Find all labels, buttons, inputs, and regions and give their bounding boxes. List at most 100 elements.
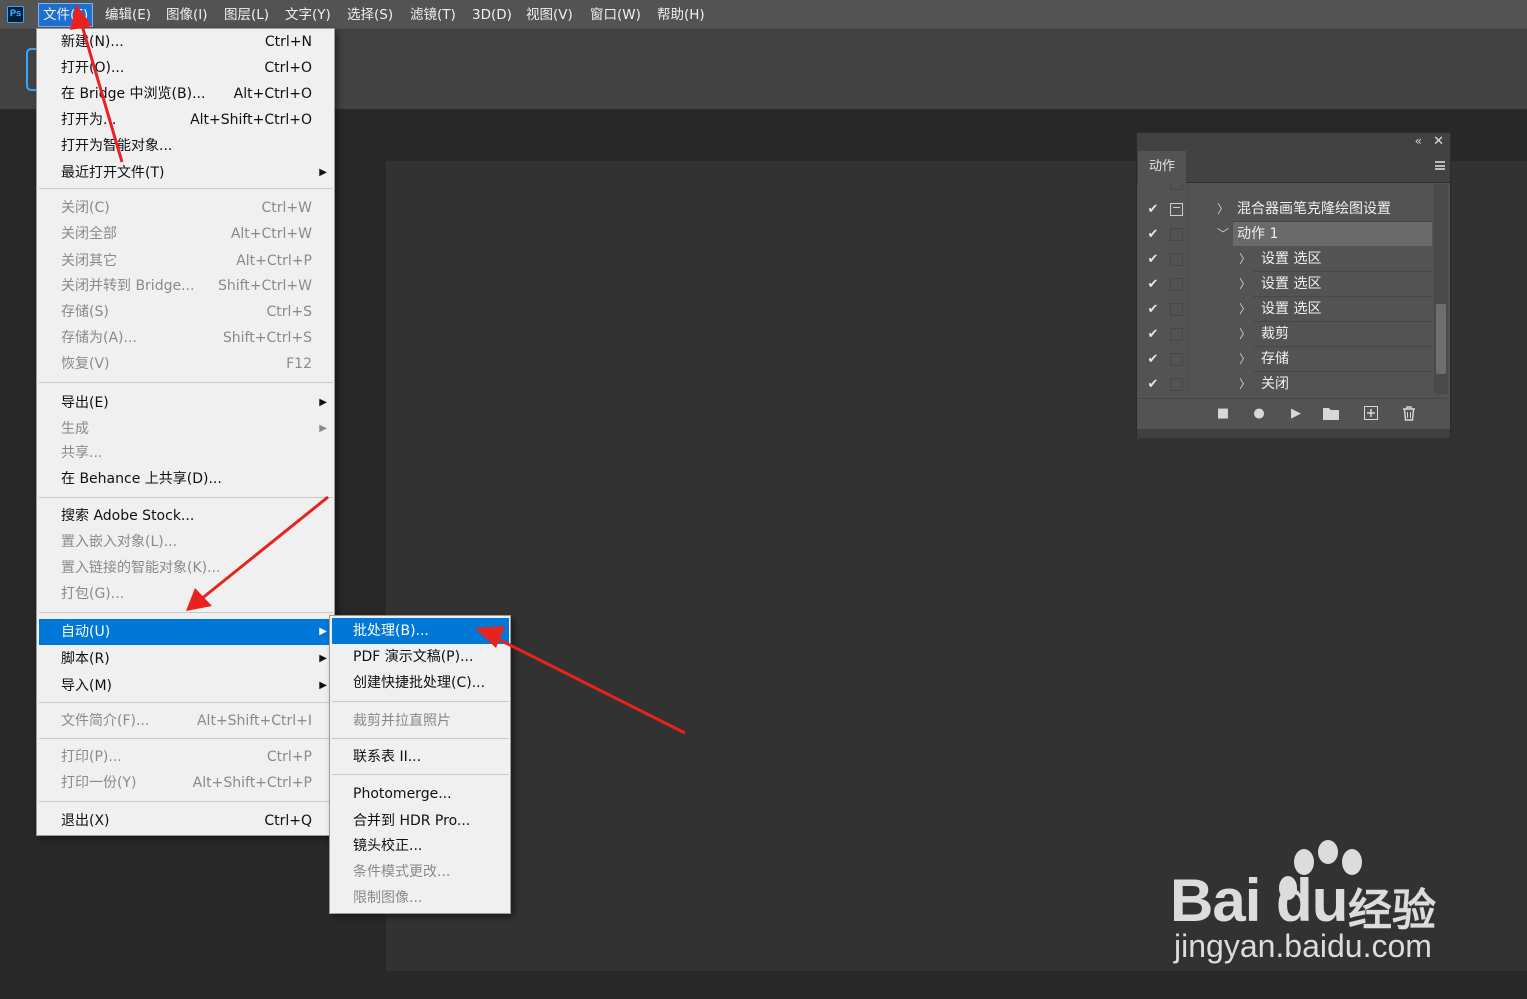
trash-icon[interactable] — [1401, 406, 1417, 422]
dialog-toggle-icon[interactable] — [1170, 253, 1183, 266]
chevron-right-icon[interactable]: 〉 — [1239, 272, 1251, 297]
action-row-partial — [1137, 184, 1432, 196]
menu-item-open[interactable]: 打开(O)... Ctrl+O — [39, 55, 333, 81]
menu-item-share[interactable]: 共享... — [39, 440, 333, 466]
menu-filter[interactable]: 滤镜(T) — [406, 4, 460, 26]
submenu-item-crop-straighten[interactable]: 裁剪并拉直照片 — [332, 708, 509, 734]
dialog-toggle-icon[interactable] — [1170, 303, 1183, 316]
action-step-row[interactable]: ✔ 〉 设置 选区 — [1137, 247, 1432, 272]
action-set-label: 混合器画笔克隆绘图设置 — [1237, 201, 1391, 217]
menu-item-print-one-copy[interactable]: 打印一份(Y) Alt+Shift+Ctrl+P — [39, 770, 333, 796]
submenu-item-lens-correction[interactable]: 镜头校正... — [332, 833, 509, 859]
menu-view[interactable]: 视图(V) — [522, 4, 577, 26]
submenu-item-conditional-mode[interactable]: 条件模式更改... — [332, 859, 509, 885]
tab-actions[interactable]: 动作 — [1138, 151, 1186, 183]
menu-item-file-info[interactable]: 文件简介(F)... Alt+Shift+Ctrl+I — [39, 708, 333, 734]
panel-scrollbar[interactable] — [1434, 184, 1448, 394]
menu-item-place-embedded[interactable]: 置入嵌入对象(L)... — [39, 529, 333, 555]
menu-item-new[interactable]: 新建(N)... Ctrl+N — [39, 29, 333, 55]
close-icon[interactable]: ✕ — [1433, 133, 1444, 150]
menu-item-open-smart-object[interactable]: 打开为智能对象... — [39, 133, 333, 159]
new-action-icon[interactable] — [1363, 406, 1379, 422]
file-menu-dropdown: 新建(N)... Ctrl+N 打开(O)... Ctrl+O 在 Bridge 中… — [36, 28, 335, 836]
menu-item-close-go-bridge[interactable]: 关闭并转到 Bridge... Shift+Ctrl+W — [39, 273, 333, 299]
menu-item-print[interactable]: 打印(P)... Ctrl+P — [39, 744, 333, 770]
panel-title-bar: « ✕ — [1137, 133, 1450, 151]
menu-file[interactable]: 文件(F) — [37, 3, 94, 27]
menu-item-browse-bridge[interactable]: 在 Bridge 中浏览(B)... Alt+Ctrl+O — [39, 81, 333, 107]
dialog-toggle-icon[interactable] — [1170, 203, 1183, 216]
dialog-toggle-icon[interactable] — [1170, 378, 1183, 391]
action-row[interactable]: ✔ 〉 混合器画笔克隆绘图设置 — [1137, 197, 1432, 222]
submenu-item-batch[interactable]: 批处理(B)... — [332, 618, 509, 644]
menu-item-close-all[interactable]: 关闭全部 Alt+Ctrl+W — [39, 221, 333, 247]
menu-item-revert[interactable]: 恢复(V) F12 — [39, 351, 333, 377]
collapse-panel-icon[interactable]: « — [1415, 133, 1422, 150]
menu-item-save-as[interactable]: 存储为(A)... Shift+Ctrl+S — [39, 325, 333, 351]
check-icon[interactable]: ✔ — [1145, 347, 1161, 372]
chevron-down-icon[interactable]: ﹀ — [1217, 222, 1229, 247]
actions-panel: « ✕ 动作 ✔ 〉 混合器画笔克隆绘图设置 ✔ ﹀ 动作 1 ✔ 〉 设置 选… — [1136, 132, 1451, 438]
menu-select[interactable]: 选择(S) — [343, 4, 397, 26]
menu-type[interactable]: 文字(Y) — [281, 4, 335, 26]
menu-help[interactable]: 帮助(H) — [653, 4, 709, 26]
record-icon[interactable]: ● — [1251, 406, 1267, 422]
play-icon[interactable]: ▶ — [1288, 406, 1304, 422]
submenu-item-pdf-presentation[interactable]: PDF 演示文稿(P)... — [332, 644, 509, 670]
menu-item-save[interactable]: 存储(S) Ctrl+S — [39, 299, 333, 325]
menu-layer[interactable]: 图层(L) — [220, 4, 273, 26]
menu-item-close[interactable]: 关闭(C) Ctrl+W — [39, 195, 333, 221]
menu-image[interactable]: 图像(I) — [162, 4, 212, 26]
menu-item-search-adobe-stock[interactable]: 搜索 Adobe Stock... — [39, 503, 333, 529]
chevron-right-icon[interactable]: 〉 — [1239, 297, 1251, 322]
chevron-right-icon[interactable]: 〉 — [1239, 372, 1251, 394]
menu-item-generate[interactable]: 生成 ▶ — [39, 416, 333, 442]
menu-item-import[interactable]: 导入(M) ▶ — [39, 673, 333, 699]
menu-item-close-others[interactable]: 关闭其它 Alt+Ctrl+P — [39, 248, 333, 274]
menu-item-automate[interactable]: 自动(U) ▶ — [39, 619, 333, 645]
submenu-item-create-droplet[interactable]: 创建快捷批处理(C)... — [332, 670, 509, 696]
action-row[interactable]: ✔ ﹀ 动作 1 — [1137, 222, 1432, 247]
menu-item-recent-files[interactable]: 最近打开文件(T) ▶ — [39, 160, 333, 186]
check-icon[interactable]: ✔ — [1145, 222, 1161, 247]
menu-3d[interactable]: 3D(D) — [468, 4, 516, 26]
submenu-item-contact-sheet[interactable]: 联系表 II... — [332, 744, 509, 770]
menu-item-place-linked[interactable]: 置入链接的智能对象(K)... — [39, 555, 333, 581]
menu-item-scripts[interactable]: 脚本(R) ▶ — [39, 646, 333, 672]
submenu-item-photomerge[interactable]: Photomerge... — [332, 781, 509, 807]
menu-item-open-as[interactable]: 打开为... Alt+Shift+Ctrl+O — [39, 107, 333, 133]
action-step-row[interactable]: ✔ 〉 存储 — [1137, 347, 1432, 372]
action-step-row[interactable]: ✔ 〉 裁剪 — [1137, 322, 1432, 347]
panel-menu-icon[interactable] — [1435, 161, 1445, 170]
submenu-arrow-icon: ▶ — [319, 626, 327, 637]
check-icon[interactable]: ✔ — [1145, 372, 1161, 394]
submenu-item-fit-image[interactable]: 限制图像... — [332, 885, 509, 911]
scrollbar-thumb[interactable] — [1436, 304, 1446, 374]
dialog-toggle-icon[interactable] — [1170, 228, 1183, 241]
check-icon[interactable]: ✔ — [1145, 322, 1161, 347]
menu-window[interactable]: 窗口(W) — [586, 4, 645, 26]
dialog-toggle-icon[interactable] — [1170, 328, 1183, 341]
action-step-row[interactable]: ✔ 〉 设置 选区 — [1137, 297, 1432, 322]
folder-icon[interactable] — [1323, 406, 1339, 422]
dialog-toggle-icon[interactable] — [1170, 353, 1183, 366]
menu-edit[interactable]: 编辑(E) — [101, 4, 155, 26]
action-step-row[interactable]: ✔ 〉 设置 选区 — [1137, 272, 1432, 297]
dialog-toggle-icon[interactable] — [1170, 278, 1183, 291]
chevron-right-icon[interactable]: 〉 — [1217, 197, 1229, 222]
submenu-item-merge-hdr[interactable]: 合并到 HDR Pro... — [332, 808, 509, 834]
check-icon[interactable]: ✔ — [1145, 247, 1161, 272]
check-icon[interactable]: ✔ — [1145, 297, 1161, 322]
check-icon[interactable]: ✔ — [1145, 272, 1161, 297]
stop-icon[interactable]: ■ — [1215, 406, 1231, 422]
menu-item-export[interactable]: 导出(E) ▶ — [39, 390, 333, 416]
menu-item-share-behance[interactable]: 在 Behance 上共享(D)... — [39, 466, 333, 492]
menu-item-exit[interactable]: 退出(X) Ctrl+Q — [39, 808, 333, 834]
chevron-right-icon[interactable]: 〉 — [1239, 347, 1251, 372]
chevron-right-icon[interactable]: 〉 — [1239, 247, 1251, 272]
menu-item-package[interactable]: 打包(G)... — [39, 581, 333, 607]
chevron-right-icon[interactable]: 〉 — [1239, 322, 1251, 347]
panel-resize-grip[interactable] — [1137, 429, 1450, 438]
action-step-row[interactable]: ✔ 〉 关闭 — [1137, 372, 1432, 394]
check-icon[interactable]: ✔ — [1145, 197, 1161, 222]
